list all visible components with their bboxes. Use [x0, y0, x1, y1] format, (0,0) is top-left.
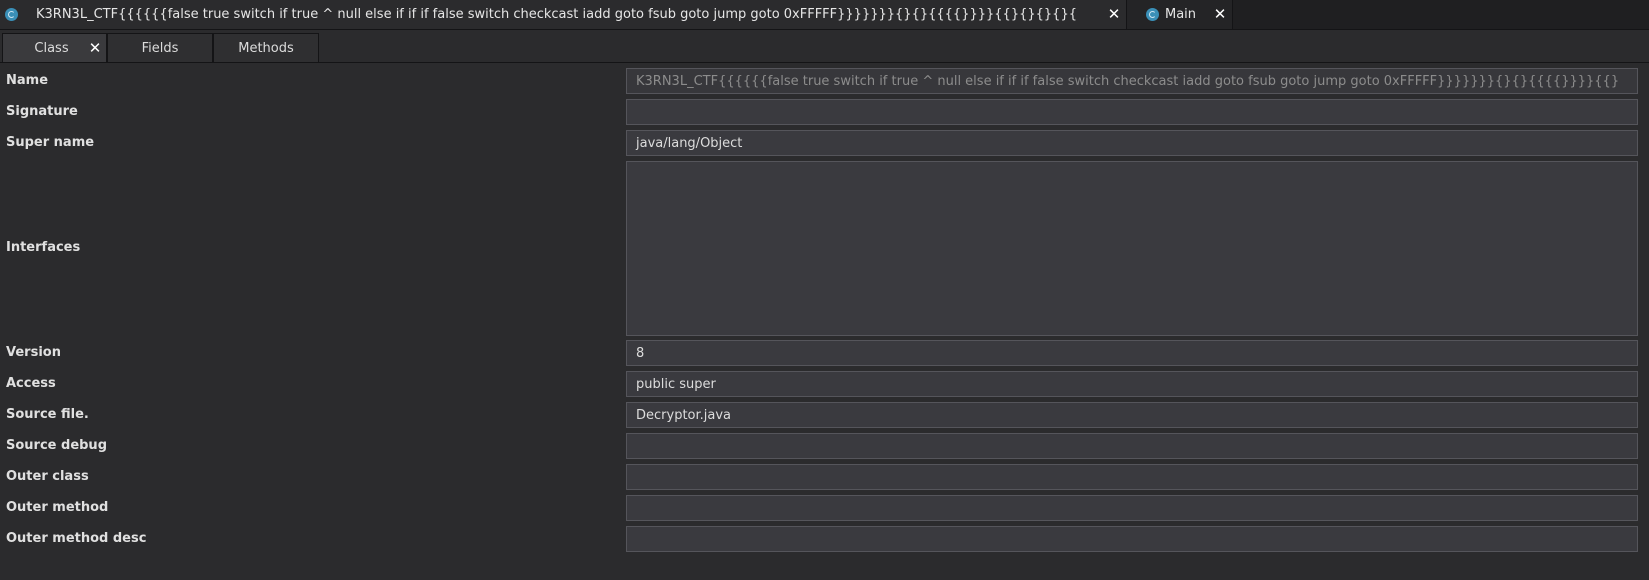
close-icon[interactable]: ✕	[88, 40, 102, 55]
close-icon[interactable]: ✕	[1213, 7, 1227, 22]
class-icon	[5, 8, 18, 21]
version-label: Version	[6, 345, 61, 360]
class-view-tab-bar: Class ✕ Fields Methods	[0, 33, 1649, 63]
signature-label: Signature	[6, 104, 78, 119]
access-label: Access	[6, 376, 56, 391]
access-field[interactable]: public super	[626, 371, 1638, 397]
class-icon	[1146, 8, 1159, 21]
outer-method-field[interactable]	[626, 495, 1638, 521]
source-debug-field[interactable]	[626, 433, 1638, 459]
version-field[interactable]: 8	[626, 340, 1638, 366]
editor-tab-title: Main	[1165, 7, 1197, 22]
outer-method-label: Outer method	[6, 500, 109, 515]
close-icon[interactable]: ✕	[1107, 7, 1121, 22]
editor-tab-decryptor[interactable]: K3RN3L_CTF{{{{{{false true switch if tru…	[0, 0, 1127, 29]
super-name-field[interactable]: java/lang/Object	[626, 130, 1638, 156]
source-file-field[interactable]: Decryptor.java	[626, 402, 1638, 428]
editor-tab-title: K3RN3L_CTF{{{{{{false true switch if tru…	[36, 7, 1077, 22]
outer-class-field[interactable]	[626, 464, 1638, 490]
outer-method-desc-field[interactable]	[626, 526, 1638, 552]
tab-class[interactable]: Class ✕	[2, 33, 107, 62]
tab-label: Class	[34, 40, 69, 56]
interfaces-label: Interfaces	[6, 240, 81, 255]
tab-label: Fields	[141, 40, 179, 56]
interfaces-list[interactable]	[626, 161, 1638, 336]
name-field[interactable]: K3RN3L_CTF{{{{{{false true switch if tru…	[626, 68, 1638, 94]
outer-method-desc-label: Outer method desc	[6, 531, 147, 546]
outer-class-label: Outer class	[6, 469, 89, 484]
super-name-label: Super name	[6, 135, 95, 150]
tab-methods[interactable]: Methods	[213, 33, 319, 62]
tab-label: Methods	[238, 40, 294, 56]
signature-field[interactable]	[626, 99, 1638, 125]
editor-tab-bar: K3RN3L_CTF{{{{{{false true switch if tru…	[0, 0, 1649, 30]
name-label: Name	[6, 73, 49, 88]
source-debug-label: Source debug	[6, 438, 107, 453]
tab-fields[interactable]: Fields	[107, 33, 213, 62]
source-file-label: Source file.	[6, 407, 89, 422]
editor-tab-main[interactable]: Main ✕	[1127, 0, 1233, 29]
